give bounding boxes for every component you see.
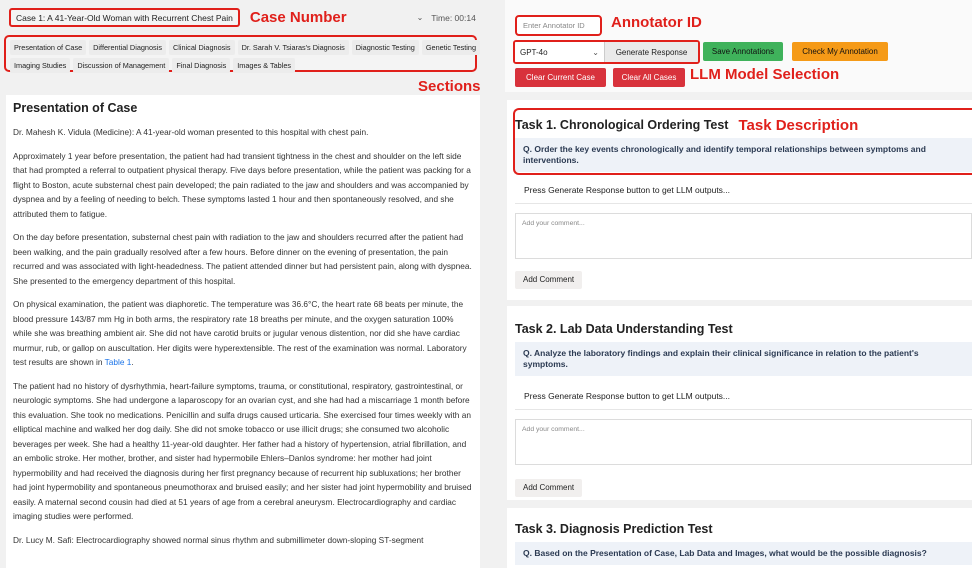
clear-all-cases-button[interactable]: Clear All Cases	[613, 68, 685, 87]
chevron-down-icon[interactable]: ⌄	[417, 13, 424, 22]
paragraph: Approximately 1 year before presentation…	[13, 150, 471, 219]
model-select[interactable]: GPT-4o ⌄	[515, 42, 605, 62]
paragraph-exam: On physical examination, the patient was…	[13, 297, 473, 370]
tab-final-diagnosis[interactable]: Final Diagnosis	[172, 58, 231, 73]
tab-imaging-studies[interactable]: Imaging Studies	[10, 58, 71, 73]
task-2-response: Press Generate Response button to get LL…	[515, 382, 972, 410]
paragraph: Dr. Mahesh K. Vidula (Medicine): A 41-ye…	[13, 127, 369, 137]
tab-discussion-of-management[interactable]: Discussion of Management	[73, 58, 170, 73]
task-title: Task 2. Lab Data Understanding Test	[515, 316, 972, 342]
section-title: Presentation of Case	[13, 101, 138, 115]
annotator-id-annotation: Annotator ID	[611, 14, 702, 31]
exam-text: On physical examination, the patient was…	[13, 299, 467, 367]
paragraph: The patient had no history of dysrhythmi…	[13, 380, 472, 522]
model-selection-group: GPT-4o ⌄ Generate Response	[513, 40, 700, 64]
case-panel: Case 1: A 41-Year-Old Woman with Recurre…	[0, 0, 487, 568]
check-annotation-button[interactable]: Check My Annotation	[792, 42, 888, 61]
task-description-annotation: Task Description	[738, 116, 859, 134]
task-title: Task 1. Chronological Ordering Test Task…	[515, 112, 972, 138]
task-card-3: Task 3. Diagnosis Prediction Test Q. Bas…	[507, 508, 972, 568]
annotator-id-input[interactable]: Enter Annotator ID	[515, 15, 602, 36]
task-1-comment-actions: Add Comment	[515, 269, 972, 289]
case-header: Case 1: A 41-Year-Old Woman with Recurre…	[9, 8, 476, 27]
task-1-response: Press Generate Response button to get LL…	[515, 176, 972, 204]
task-1-question: Q. Order the key events chronologically …	[515, 138, 972, 172]
table-1-link[interactable]: Table 1	[105, 357, 132, 367]
section-tabs: Presentation of Case Differential Diagno…	[4, 35, 481, 73]
tab-differential-diagnosis[interactable]: Differential Diagnosis	[89, 40, 166, 55]
save-annotations-button[interactable]: Save Annotations	[703, 42, 783, 61]
clear-current-case-button[interactable]: Clear Current Case	[515, 68, 606, 87]
task-1-add-comment-button[interactable]: Add Comment	[515, 270, 583, 289]
tab-diagnostic-testing[interactable]: Diagnostic Testing	[351, 40, 419, 55]
case-select[interactable]: Case 1: A 41-Year-Old Woman with Recurre…	[9, 8, 240, 27]
tab-genetic-testing[interactable]: Genetic Testing	[421, 40, 481, 55]
tab-clinical-diagnosis[interactable]: Clinical Diagnosis	[168, 40, 235, 55]
controls-bar: Enter Annotator ID Annotator ID GPT-4o ⌄…	[505, 0, 972, 92]
task-2-title: Task 2. Lab Data Understanding Test	[515, 322, 733, 336]
tab-images-tables[interactable]: Images & Tables	[233, 58, 296, 73]
timer: Time: 00:14	[431, 12, 476, 23]
task-3-question: Q. Based on the Presentation of Case, La…	[515, 542, 972, 565]
annotation-panel: Enter Annotator ID Annotator ID GPT-4o ⌄…	[505, 0, 972, 568]
task-card-1: Task 1. Chronological Ordering Test Task…	[507, 100, 972, 300]
task-1-title: Task 1. Chronological Ordering Test	[515, 118, 729, 132]
task-1-comment-input[interactable]: Add your comment...	[515, 213, 972, 259]
chevron-down-icon: ⌄	[592, 47, 599, 57]
paragraph: On the day before presentation, substern…	[13, 232, 472, 286]
task-2-add-comment-button[interactable]: Add Comment	[515, 478, 583, 497]
generate-response-button[interactable]: Generate Response	[605, 42, 698, 62]
task-2-comment-input[interactable]: Add your comment...	[515, 419, 972, 465]
task-2-comment-actions: Add Comment	[515, 477, 972, 497]
case-content: Presentation of Case Dr. Mahesh K. Vidul…	[6, 95, 480, 568]
task-title: Task 3. Diagnosis Prediction Test	[515, 516, 972, 542]
sections-annotation: Sections	[418, 78, 481, 95]
tab-presentation-of-case[interactable]: Presentation of Case	[10, 40, 87, 55]
llm-model-annotation: LLM Model Selection	[690, 66, 840, 83]
task-3-title: Task 3. Diagnosis Prediction Test	[515, 522, 713, 536]
tab-tsiaras-diagnosis[interactable]: Dr. Sarah V. Tsiaras's Diagnosis	[237, 40, 349, 55]
model-select-value: GPT-4o	[520, 47, 548, 57]
task-2-question: Q. Analyze the laboratory findings and e…	[515, 342, 972, 376]
exam-text-end: .	[131, 357, 134, 367]
paragraph: Dr. Lucy M. Safi: Electrocardiography sh…	[13, 534, 424, 545]
task-card-2: Task 2. Lab Data Understanding Test Q. A…	[507, 306, 972, 500]
case-number-annotation: Case Number	[249, 9, 347, 26]
